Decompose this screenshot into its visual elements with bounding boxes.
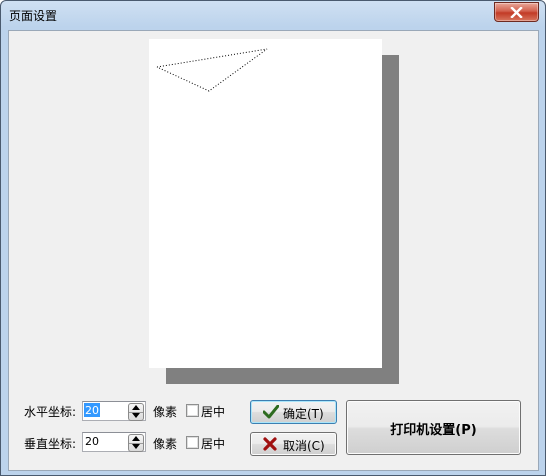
vertical-spin-down[interactable]	[129, 443, 143, 451]
horizontal-coordinate-input[interactable]	[84, 403, 100, 417]
close-icon	[510, 7, 523, 18]
arrow-up-icon	[132, 405, 140, 410]
horizontal-coordinate-label: 水平坐标:	[24, 405, 77, 419]
vertical-unit-label: 像素	[153, 437, 178, 451]
arrow-down-icon	[132, 444, 140, 449]
vertical-coordinate-label: 垂直坐标:	[24, 437, 77, 451]
vertical-center-label[interactable]: 居中	[201, 435, 225, 452]
ok-button[interactable]: 确定(T)	[250, 400, 337, 424]
vertical-coordinate-input[interactable]	[84, 434, 128, 448]
page-setup-dialog: 页面设置 水平坐标: 像素	[0, 0, 546, 476]
checkmark-icon	[263, 405, 279, 419]
printer-settings-label: 打印机设置(P)	[390, 423, 477, 438]
horizontal-unit-label: 像素	[153, 405, 178, 419]
horizontal-spin-down[interactable]	[129, 412, 143, 420]
dialog-client-area: 水平坐标: 像素 居中 垂直坐标:	[8, 30, 539, 471]
window-title: 页面设置	[9, 9, 58, 23]
print-layout-outline	[156, 48, 268, 92]
ok-button-label: 确定(T)	[283, 407, 324, 421]
horizontal-spin-buttons	[128, 403, 144, 421]
title-bar[interactable]: 页面设置	[1, 1, 545, 29]
arrow-up-icon	[132, 436, 140, 441]
printer-settings-button[interactable]: 打印机设置(P)	[346, 400, 521, 455]
close-button[interactable]	[494, 2, 539, 22]
vertical-spin-buttons	[128, 434, 144, 452]
cancel-button[interactable]: 取消(C)	[250, 432, 337, 456]
x-icon	[263, 437, 277, 451]
horizontal-center-checkbox[interactable]	[186, 404, 199, 417]
horizontal-center-label[interactable]: 居中	[201, 403, 225, 420]
cancel-button-label: 取消(C)	[283, 439, 325, 453]
vertical-coordinate-spinner[interactable]	[82, 432, 146, 452]
page-preview	[149, 39, 382, 368]
vertical-center-checkbox[interactable]	[186, 436, 199, 449]
arrow-down-icon	[132, 413, 140, 418]
horizontal-coordinate-spinner[interactable]	[82, 401, 146, 421]
